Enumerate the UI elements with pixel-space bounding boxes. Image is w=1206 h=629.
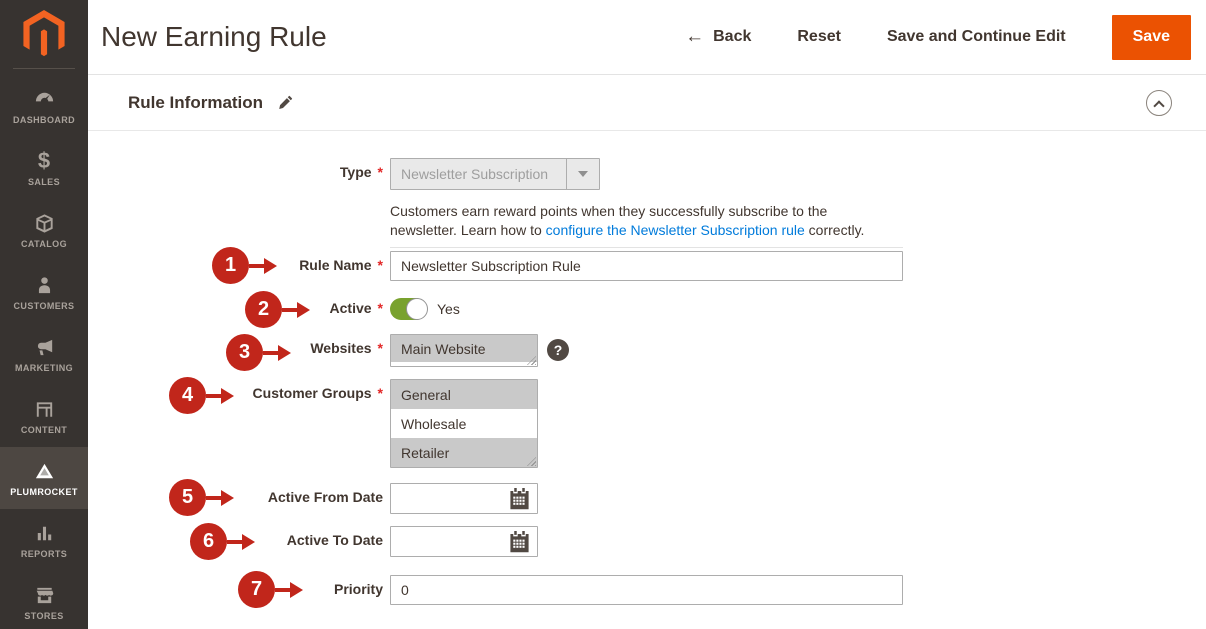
type-select: Newsletter Subscription: [390, 158, 600, 190]
type-label: Type*: [88, 158, 383, 190]
required-asterisk: *: [378, 340, 383, 356]
priority-input[interactable]: [390, 575, 903, 605]
save-and-continue-button[interactable]: Save and Continue Edit: [887, 28, 1066, 46]
websites-select[interactable]: Main Website: [390, 334, 538, 367]
required-asterisk: *: [378, 385, 383, 401]
required-asterisk: *: [378, 300, 383, 316]
priority-field-row: Priority: [88, 575, 1206, 605]
sidebar-item-customers[interactable]: CUSTOMERS: [0, 261, 88, 323]
page-header: New Earning Rule ← Back Reset Save and C…: [88, 0, 1206, 75]
person-icon: [33, 273, 56, 297]
priority-label: Priority: [88, 575, 383, 605]
customer-groups-option-retailer[interactable]: Retailer: [391, 438, 537, 467]
sidebar-item-label: CONTENT: [21, 425, 67, 435]
sidebar-item-catalog[interactable]: CATALOG: [0, 199, 88, 261]
rule-name-label: Rule Name*: [88, 251, 383, 281]
customer-groups-option-general[interactable]: General: [391, 380, 537, 409]
configure-rule-link[interactable]: configure the Newsletter Subscription ru…: [546, 222, 805, 238]
sidebar-item-label: REPORTS: [21, 549, 67, 559]
sidebar-item-stores[interactable]: STORES: [0, 571, 88, 629]
storefront-icon: [33, 583, 56, 607]
rule-name-field-row: Rule Name*: [88, 251, 1206, 281]
magento-logo-icon: [23, 10, 65, 58]
customer-groups-option-wholesale[interactable]: Wholesale: [391, 409, 537, 438]
sidebar-item-content[interactable]: CONTENT: [0, 385, 88, 447]
save-button[interactable]: Save: [1112, 15, 1191, 60]
type-select-caret-button: [566, 159, 599, 189]
pyramid-icon: [33, 459, 56, 483]
sidebar-nav: DASHBOARD $ SALES CATALOG CUSTOMERS: [0, 75, 88, 629]
calendar-icon[interactable]: [508, 531, 531, 553]
sidebar: DASHBOARD $ SALES CATALOG CUSTOMERS: [0, 0, 88, 629]
sidebar-item-sales[interactable]: $ SALES: [0, 137, 88, 199]
active-field-row: Active* Yes: [88, 298, 1206, 320]
sidebar-item-reports[interactable]: REPORTS: [0, 509, 88, 571]
sidebar-item-plumrocket[interactable]: PLUMROCKET: [0, 447, 88, 509]
type-select-value: Newsletter Subscription: [391, 166, 566, 182]
customer-groups-select[interactable]: General Wholesale Retailer: [390, 379, 538, 468]
active-from-date-label: Active From Date: [88, 483, 383, 514]
back-button-label: Back: [713, 28, 751, 46]
bar-chart-icon: [33, 521, 56, 545]
layout-icon: [33, 397, 56, 421]
megaphone-icon: [33, 335, 56, 359]
back-button[interactable]: ← Back: [685, 28, 751, 46]
sidebar-item-label: STORES: [24, 611, 63, 621]
chevron-down-icon: [578, 171, 588, 177]
header-actions: ← Back Reset Save and Continue Edit Save: [685, 15, 1191, 60]
sidebar-item-label: MARKETING: [15, 363, 73, 373]
app-root: DASHBOARD $ SALES CATALOG CUSTOMERS: [0, 0, 1206, 629]
back-arrow-icon: ←: [685, 29, 704, 45]
websites-field-row: Websites* Main Website ?: [88, 334, 1206, 367]
page-title: New Earning Rule: [101, 21, 327, 53]
edit-pencil-icon[interactable]: [278, 95, 293, 110]
sidebar-item-label: CUSTOMERS: [14, 301, 75, 311]
type-field-row: Type* Newsletter Subscription: [88, 158, 1206, 190]
sidebar-item-dashboard[interactable]: DASHBOARD: [0, 75, 88, 137]
toggle-knob: [406, 298, 428, 320]
section-title: Rule Information: [128, 93, 263, 113]
sidebar-item-label: DASHBOARD: [13, 115, 75, 125]
sidebar-item-label: CATALOG: [21, 239, 67, 249]
main-content: New Earning Rule ← Back Reset Save and C…: [88, 0, 1206, 629]
sidebar-item-label: PLUMROCKET: [10, 487, 78, 497]
section-header: Rule Information: [88, 75, 1206, 131]
field-divider: [390, 247, 903, 248]
chevron-up-icon: [1153, 100, 1164, 111]
sidebar-item-label: SALES: [28, 177, 60, 187]
rule-information-form: Type* Newsletter Subscription Customers …: [88, 131, 1206, 605]
magento-logo[interactable]: [0, 0, 88, 68]
reset-button[interactable]: Reset: [797, 28, 841, 46]
customer-groups-field-row: Customer Groups* General Wholesale Retai…: [88, 379, 1206, 468]
active-label: Active*: [88, 298, 383, 320]
customer-groups-label: Customer Groups*: [88, 379, 383, 468]
active-to-date-field-row: Active To Date: [88, 526, 1206, 557]
sidebar-item-marketing[interactable]: MARKETING: [0, 323, 88, 385]
collapse-section-button[interactable]: [1146, 90, 1172, 116]
active-from-date-field-row: Active From Date: [88, 483, 1206, 514]
box-icon: [33, 211, 56, 235]
calendar-icon[interactable]: [508, 488, 531, 510]
required-asterisk: *: [378, 257, 383, 273]
rule-name-input[interactable]: [390, 251, 903, 281]
dashboard-gauge-icon: [33, 87, 56, 111]
sidebar-divider: [13, 68, 75, 69]
active-toggle[interactable]: [390, 298, 427, 320]
dollar-sign-icon: $: [38, 149, 50, 173]
websites-option-main-website[interactable]: Main Website: [391, 335, 537, 362]
required-asterisk: *: [378, 164, 383, 180]
active-to-date-label: Active To Date: [88, 526, 383, 557]
websites-label: Websites*: [88, 334, 383, 367]
active-toggle-state: Yes: [437, 301, 460, 317]
type-help-note: Customers earn reward points when they s…: [390, 202, 882, 240]
help-question-icon[interactable]: ?: [547, 339, 569, 361]
